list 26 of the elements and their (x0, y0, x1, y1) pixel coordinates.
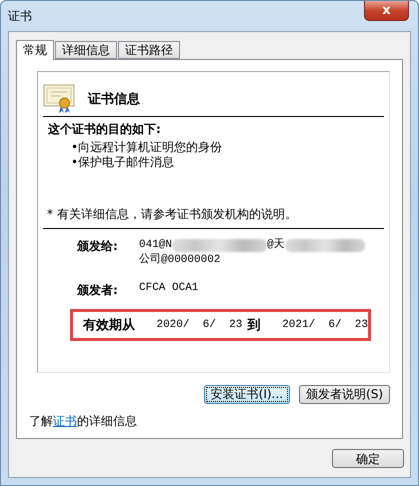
close-button[interactable]: x (364, 1, 409, 21)
field-label: 颁发给: (77, 238, 119, 255)
certificate-link[interactable]: 证书 (53, 414, 77, 428)
purpose-heading: 这个证书的目的如下: (48, 121, 162, 138)
tab[interactable]: 详细信息 (55, 41, 117, 59)
purpose-item: •保护电子邮件消息 (71, 155, 176, 170)
certificate-icon (43, 84, 75, 114)
window-title: 证书 (8, 8, 32, 25)
note-text: * 有关详细信息，请参考证书颁发机构的说明。 (47, 206, 298, 223)
ok-button[interactable]: 确定 (332, 448, 404, 468)
field-value: 公司@00000002 (139, 253, 222, 268)
validity-label: 有效期从 (83, 317, 136, 334)
tab[interactable]: 证书路径 (118, 41, 180, 59)
purpose-item: •向远程计算机证明您的身份 (71, 140, 224, 155)
field-value: 041@N (139, 238, 172, 253)
field-value: CFCA OCA1 (139, 282, 198, 296)
date-value: 2020/ 6/ 23 (156, 319, 244, 331)
date-value: 2021/ 6/ 23 (282, 319, 368, 331)
action-button[interactable]: 颁发者说明(S) (299, 385, 390, 404)
field-value: @天 (267, 238, 285, 253)
action-button[interactable]: 安装证书(I)... (204, 385, 290, 404)
learn-more-text: 了解证书的详细信息 (29, 413, 138, 430)
tab[interactable]: 常规 (16, 40, 54, 60)
validity-label: 到 (247, 317, 262, 334)
field-label: 颁发者: (77, 282, 119, 299)
section-title: 证书信息 (88, 91, 140, 108)
